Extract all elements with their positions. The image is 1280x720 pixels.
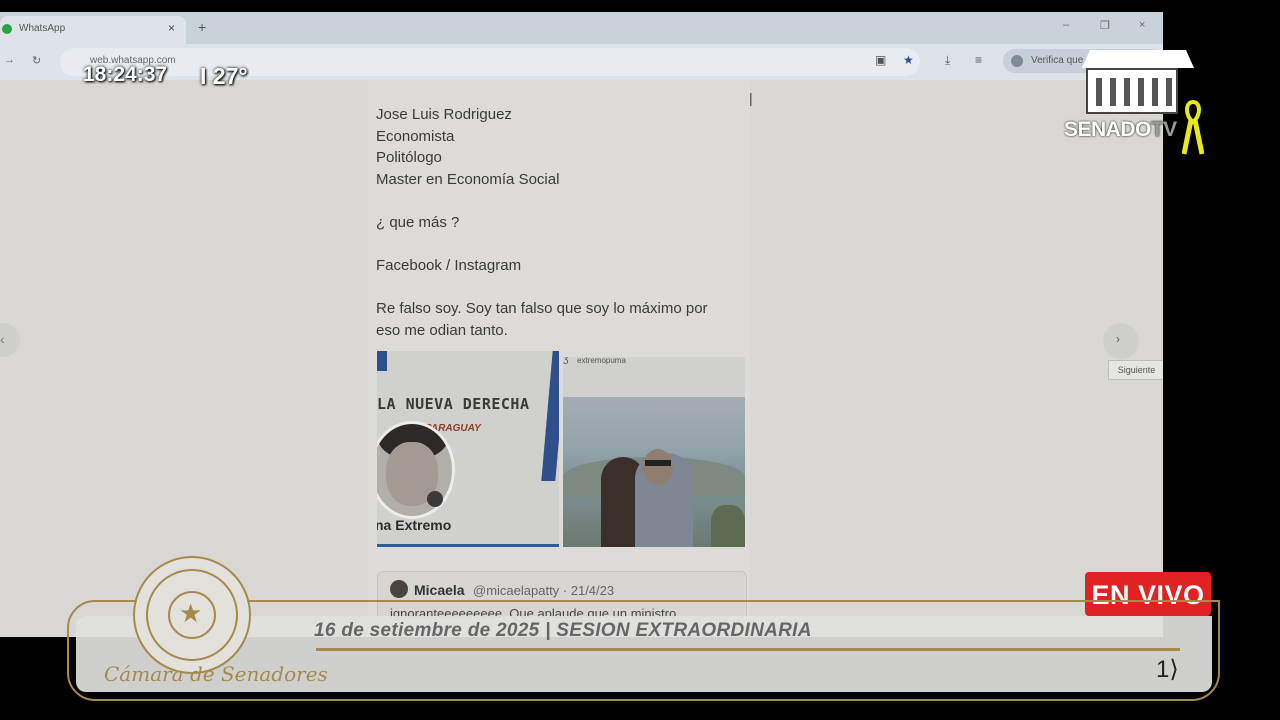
tab-underline	[377, 544, 559, 547]
banner-headline: LA NUEVA DERECHA	[377, 395, 530, 413]
profile-avatar	[377, 421, 455, 519]
post-text: Jose Luis Rodriguez Economista Politólog…	[376, 104, 748, 342]
broadcast-temperature: I 27°	[200, 63, 248, 89]
camera-icon	[427, 491, 443, 507]
couple-photo	[563, 397, 745, 547]
browser-toolbar: → ↻ web.whatsapp.com ▣ ★ ⤓ ≡ Verifica qu…	[0, 44, 1163, 80]
quote-author: Micaela	[414, 582, 465, 598]
chevron-right-icon: ›	[1116, 332, 1120, 346]
chamber-name: Cámara de Senadores	[104, 662, 328, 686]
whatsapp-icon	[2, 24, 12, 34]
banner-stripe	[377, 351, 387, 371]
install-app-icon[interactable]: ▣	[875, 53, 886, 67]
forward-icon[interactable]: →	[4, 54, 15, 66]
address-bar[interactable]	[60, 48, 920, 76]
tab-close-icon[interactable]: ×	[168, 21, 175, 35]
chevron-left-icon: ‹	[0, 331, 5, 347]
post-line: Facebook / Instagram	[376, 257, 522, 275]
building-icon	[1086, 68, 1178, 114]
post-content: | Jose Luis Rodriguez Economista Politól…	[368, 80, 753, 637]
instagram-account-icon: ʒ	[563, 357, 569, 365]
star-icon: ★	[179, 598, 203, 628]
post-line: Re falso soy. Soy tan falso que soy lo m…	[376, 300, 708, 318]
post-line: Economista	[376, 127, 455, 145]
lower-third-divider	[316, 648, 1180, 651]
new-tab-button[interactable]: +	[198, 19, 206, 35]
maximize-button[interactable]: ❐	[1100, 19, 1110, 32]
post-line: Politólogo	[376, 149, 442, 167]
senado-brand: SENADOTV	[1064, 118, 1177, 141]
post-line: Jose Luis Rodriguez	[376, 106, 512, 123]
building-roof	[1082, 50, 1194, 68]
banner-stripe	[541, 351, 559, 481]
download-icon[interactable]: ⤓	[945, 53, 950, 68]
tab-whatsapp[interactable]: WhatsApp ×	[0, 16, 186, 44]
tab-bar: WhatsApp × + – ❐ ×	[0, 12, 1163, 44]
profile-icon	[1011, 55, 1023, 67]
minimize-button[interactable]: –	[1063, 19, 1069, 31]
instagram-account-name: extremopuma	[577, 357, 626, 365]
next-button[interactable]: ›	[1103, 323, 1139, 359]
yellow-ribbon-icon	[1182, 100, 1204, 155]
post-line: ¿ que más ?	[376, 213, 460, 231]
broadcast-clock: 18:24:37	[83, 63, 168, 86]
lower-third-mark: 1⟩	[1156, 656, 1179, 683]
next-tooltip: Siguiente	[1108, 360, 1163, 380]
instagram-post-image: ʒ extremopuma	[563, 357, 745, 547]
profile-handle: na Extremo	[377, 517, 452, 533]
post-line: Master en Economía Social	[376, 170, 560, 188]
profile-card-image: LA NUEVA DERECHA PARAGUAY na Extremo	[377, 351, 559, 547]
media-viewer: ‹ › Siguiente | Jose Luis Rodriguez Econ…	[0, 80, 1163, 637]
senado-tv-logo: SENADOTV	[1060, 50, 1220, 160]
post-line	[376, 234, 748, 256]
post-line: eso me odian tanto.	[376, 321, 508, 339]
session-date-title: 16 de setiembre de 2025 | SESION EXTRAOR…	[314, 620, 812, 641]
quote-handle-date: @micaelapatty · 21/4/23	[473, 583, 615, 598]
browser-window: WhatsApp × + – ❐ × → ↻ web.whatsapp.com …	[0, 12, 1163, 637]
quote-avatar	[390, 580, 408, 598]
media-controls-icon[interactable]: ≡	[975, 53, 982, 67]
reload-icon[interactable]: ↻	[32, 54, 41, 67]
close-window-button[interactable]: ×	[1139, 19, 1145, 31]
post-line	[376, 190, 748, 212]
previous-button[interactable]: ‹	[0, 323, 20, 357]
tab-title: WhatsApp	[19, 23, 66, 34]
text-caret: |	[749, 90, 753, 106]
bookmark-star-icon[interactable]: ★	[903, 53, 914, 67]
post-line	[376, 277, 748, 299]
